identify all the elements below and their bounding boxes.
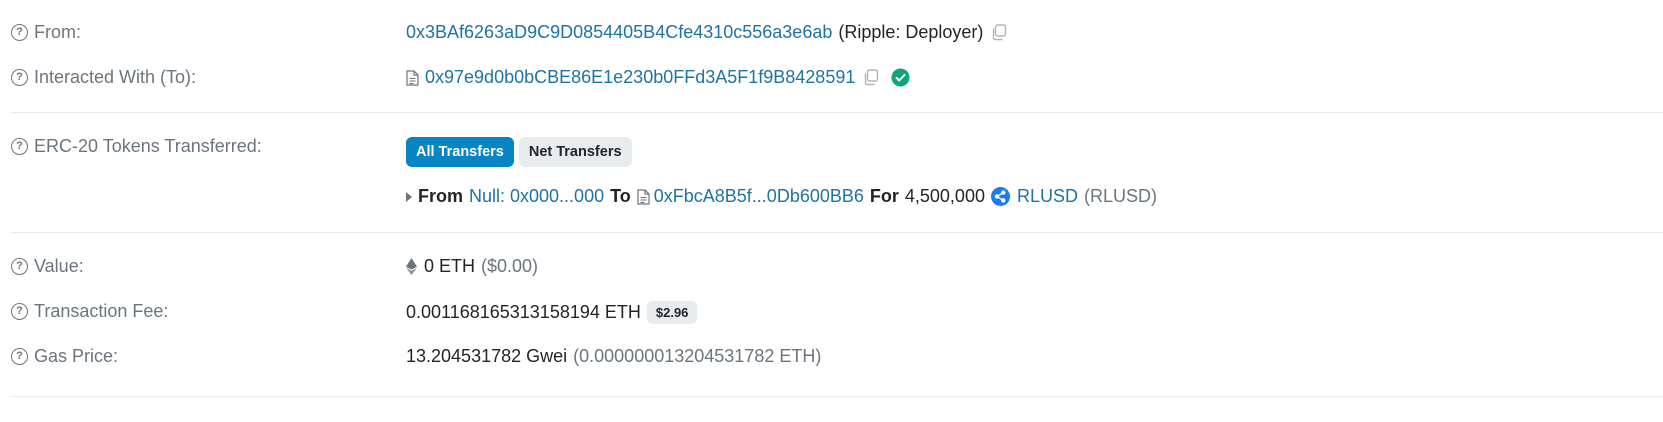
value-value: 0 ETH ($0.00) [406, 256, 538, 277]
interacted-value: 0x97e9d0b0bCBE86E1e230b0FFd3A5F1f9B84285… [406, 67, 910, 88]
from-row: ? From: 0x3BAf6263aD9C9D0854405B4Cfe4310… [0, 22, 1663, 48]
erc20-row: ? ERC-20 Tokens Transferred: All Transfe… [0, 136, 1663, 216]
fee-label-text: Transaction Fee: [34, 301, 169, 321]
fee-usd-badge: $2.96 [646, 301, 698, 324]
gas-label-text: Gas Price: [34, 346, 119, 366]
help-icon[interactable]: ? [11, 69, 28, 86]
tab-net-transfers[interactable]: Net Transfers [518, 137, 632, 167]
document-icon [406, 69, 419, 86]
erc20-tabs: All Transfers Net Transfers [406, 137, 632, 167]
erc20-label-text: ERC-20 Tokens Transferred: [34, 136, 262, 156]
to-word: To [610, 186, 631, 206]
divider [11, 112, 1663, 113]
help-icon[interactable]: ? [11, 258, 28, 275]
token-symbol: (RLUSD) [1083, 186, 1157, 206]
transfer-to-link[interactable]: 0xFbcA8B5f...0Db600BB6 [654, 186, 864, 207]
gas-eth: (0.000000013204531782 ETH) [573, 346, 822, 366]
ripple-icon [990, 187, 1010, 206]
token-name-link[interactable]: RLUSD [1017, 186, 1078, 207]
help-icon[interactable]: ? [11, 24, 28, 41]
ethereum-icon [406, 258, 417, 275]
value-label-text: Value: [34, 256, 84, 276]
gas-label: ? Gas Price: [11, 346, 118, 367]
help-icon[interactable]: ? [11, 303, 28, 320]
from-name-tag: (Ripple: Deployer) [838, 22, 984, 42]
gas-value: 13.204531782 Gwei (0.000000013204531782 … [406, 346, 821, 367]
erc20-label: ? ERC-20 Tokens Transferred: [11, 136, 262, 157]
transfer-line: From Null: 0x000...000 To 0xFbcA8B5f...0… [406, 186, 1157, 207]
interacted-label: ? Interacted With (To): [11, 67, 196, 88]
help-icon[interactable]: ? [11, 348, 28, 365]
transfer-amount: 4,500,000 [904, 186, 985, 206]
fee-value: 0.001168165313158194 ETH $2.96 [406, 301, 698, 324]
gas-gwei: 13.204531782 Gwei [406, 346, 568, 366]
from-address-link[interactable]: 0x3BAf6263aD9C9D0854405B4Cfe4310c556a3e6… [406, 22, 832, 43]
check-circle-icon [891, 68, 910, 87]
value-usd: ($0.00) [481, 256, 539, 276]
value-label: ? Value: [11, 256, 84, 277]
for-word: For [869, 186, 899, 206]
document-icon [637, 188, 650, 205]
from-value: 0x3BAf6263aD9C9D0854405B4Cfe4310c556a3e6… [406, 22, 1007, 43]
caret-right-icon[interactable] [406, 191, 412, 202]
value-amount: 0 ETH [424, 256, 476, 276]
fee-label: ? Transaction Fee: [11, 301, 168, 322]
fee-amount: 0.001168165313158194 ETH [406, 302, 641, 322]
interacted-row: ? Interacted With (To): 0x97e9d0b0bCBE86… [0, 67, 1663, 93]
copy-icon[interactable] [863, 69, 879, 86]
copy-icon[interactable] [991, 24, 1007, 41]
divider [11, 396, 1663, 397]
transfer-from-link[interactable]: Null: 0x000...000 [469, 186, 604, 207]
gas-row: ? Gas Price: 13.204531782 Gwei (0.000000… [0, 346, 1663, 372]
value-row: ? Value: 0 ETH ($0.00) [0, 256, 1663, 282]
interacted-address-link[interactable]: 0x97e9d0b0bCBE86E1e230b0FFd3A5F1f9B84285… [425, 67, 855, 88]
from-label: ? From: [11, 22, 81, 43]
from-word: From [418, 186, 463, 206]
from-label-text: From: [34, 22, 81, 42]
divider [11, 232, 1663, 233]
fee-row: ? Transaction Fee: 0.001168165313158194 … [0, 301, 1663, 327]
interacted-label-text: Interacted With (To): [34, 67, 197, 87]
tab-all-transfers[interactable]: All Transfers [406, 137, 514, 167]
help-icon[interactable]: ? [11, 138, 28, 155]
